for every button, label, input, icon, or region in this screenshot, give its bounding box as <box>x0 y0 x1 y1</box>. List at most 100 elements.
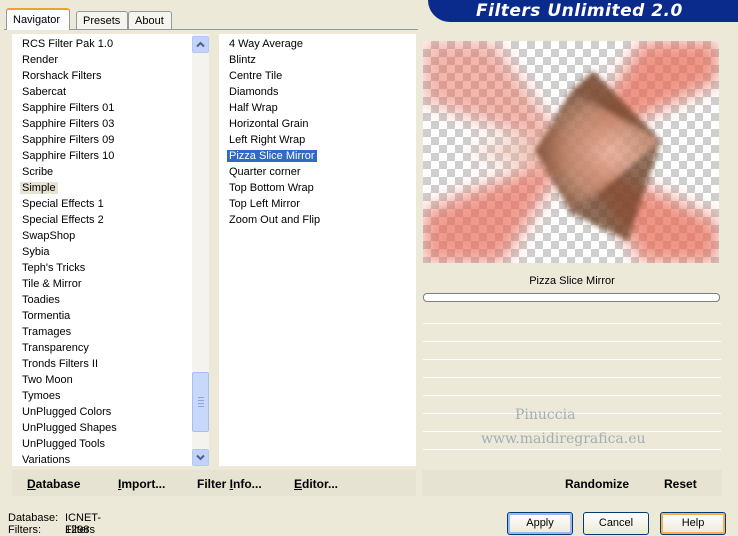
category-item-label: UnPlugged Tools <box>22 438 105 450</box>
filter-item[interactable]: Top Bottom Wrap <box>219 180 409 196</box>
import-button[interactable]: Import... <box>118 477 165 491</box>
category-item-label: Tramages <box>22 326 72 338</box>
category-item-label: Transparency <box>22 342 89 354</box>
category-item[interactable]: UnPlugged Colors <box>12 404 194 420</box>
category-item[interactable]: Tile & Mirror <box>12 276 194 292</box>
filter-item[interactable]: Centre Tile <box>219 68 409 84</box>
database-button[interactable]: Database <box>27 477 80 491</box>
progress-bar <box>423 293 720 302</box>
category-item-label: Special Effects 2 <box>22 214 104 226</box>
category-item-label: Sabercat <box>22 86 67 98</box>
category-item-label: Sapphire Filters 03 <box>22 118 115 130</box>
category-item-label: Render <box>22 54 59 66</box>
category-item[interactable]: Tymoes <box>12 388 194 404</box>
category-item[interactable]: SwapShop <box>12 228 194 244</box>
filter-item-label: Half Wrap <box>229 102 278 114</box>
category-item[interactable]: Teph's Tricks <box>12 260 194 276</box>
category-item-label: Toadies <box>22 294 60 306</box>
filter-info-button[interactable]: Filter Info... <box>197 477 262 491</box>
watermark-url: www.maidiregrafica.eu <box>481 431 646 447</box>
category-item[interactable]: Tronds Filters II <box>12 356 194 372</box>
scroll-up-button[interactable] <box>192 36 209 53</box>
filter-item-label: Diamonds <box>229 86 279 98</box>
category-item-label: RCS Filter Pak 1.0 <box>22 38 114 50</box>
chevron-down-icon <box>196 454 205 461</box>
help-button[interactable]: Help <box>660 512 726 535</box>
category-item[interactable]: Sapphire Filters 01 <box>12 100 194 116</box>
reset-button[interactable]: Reset <box>664 477 697 491</box>
category-item[interactable]: Two Moon <box>12 372 194 388</box>
randomize-button[interactable]: Randomize <box>565 477 629 491</box>
category-item-label: UnPlugged Shapes <box>22 422 117 434</box>
tab-presets[interactable]: Presets <box>76 11 128 29</box>
status-filters-value: 1298 <box>65 524 90 536</box>
category-item[interactable]: Variations <box>12 452 194 466</box>
category-item[interactable]: Sapphire Filters 03 <box>12 116 194 132</box>
category-item-label: Rorshack Filters <box>22 70 102 82</box>
category-item-label: UnPlugged Colors <box>22 406 112 418</box>
category-item[interactable]: Sabercat <box>12 84 194 100</box>
category-item-label: Sapphire Filters 01 <box>22 102 115 114</box>
category-item-label: SwapShop <box>22 230 76 242</box>
filter-item[interactable]: Zoom Out and Flip <box>219 212 409 228</box>
tab-about[interactable]: About <box>128 11 172 29</box>
category-item[interactable]: Scribe <box>12 164 194 180</box>
filter-item-label: Centre Tile <box>229 70 283 82</box>
brand-title: Filters Unlimited 2.0 <box>476 1 683 21</box>
category-item-label: Two Moon <box>22 374 73 386</box>
category-items: RCS Filter Pak 1.0 Render Rorshack Filters… <box>12 36 194 466</box>
category-item[interactable]: Toadies <box>12 292 194 308</box>
filter-item[interactable]: Top Left Mirror <box>219 196 409 212</box>
filter-item[interactable]: Half Wrap <box>219 100 409 116</box>
filter-list[interactable]: 4 Way Average Blintz Centre Tile Diamonds Ha… <box>219 34 416 466</box>
filter-item-label: Quarter corner <box>229 166 301 178</box>
filter-item-label: Pizza Slice Mirror <box>227 150 317 162</box>
category-item-label: Tile & Mirror <box>22 278 82 290</box>
filter-item-label: 4 Way Average <box>229 38 303 50</box>
category-item[interactable]: RCS Filter Pak 1.0 <box>12 36 194 52</box>
filter-item-label: Top Left Mirror <box>229 198 300 210</box>
category-item[interactable]: Sapphire Filters 10 <box>12 148 194 164</box>
preview-filter-name: Pizza Slice Mirror <box>423 270 721 292</box>
filter-item-label: Zoom Out and Flip <box>229 214 321 226</box>
filter-items: 4 Way Average Blintz Centre Tile Diamonds Ha… <box>219 36 409 228</box>
apply-button[interactable]: Apply <box>507 512 573 535</box>
category-item-label: Tormentia <box>22 310 71 322</box>
filter-item-label: Top Bottom Wrap <box>229 182 314 194</box>
editor-button[interactable]: Editor... <box>294 477 338 491</box>
category-list[interactable]: RCS Filter Pak 1.0 Render Rorshack Filters… <box>12 34 209 466</box>
category-item[interactable]: UnPlugged Shapes <box>12 420 194 436</box>
category-item[interactable]: Special Effects 2 <box>12 212 194 228</box>
scroll-thumb[interactable] <box>192 372 209 432</box>
filter-item[interactable]: 4 Way Average <box>219 36 409 52</box>
filter-item[interactable]: Pizza Slice Mirror <box>219 148 409 164</box>
scroll-down-button[interactable] <box>192 449 209 466</box>
category-item-label: Tymoes <box>22 390 61 402</box>
category-item[interactable]: Transparency <box>12 340 194 356</box>
category-item[interactable]: Special Effects 1 <box>12 196 194 212</box>
category-item-label: Sapphire Filters 10 <box>22 150 115 162</box>
category-item-label: Sybia <box>22 246 50 258</box>
filter-item[interactable]: Quarter corner <box>219 164 409 180</box>
category-item[interactable]: UnPlugged Tools <box>12 436 194 452</box>
category-item[interactable]: Sybia <box>12 244 194 260</box>
category-item[interactable]: Rorshack Filters <box>12 68 194 84</box>
cancel-button[interactable]: Cancel <box>583 512 649 535</box>
category-item[interactable]: Sapphire Filters 09 <box>12 132 194 148</box>
filter-item-label: Left Right Wrap <box>229 134 306 146</box>
category-item[interactable]: Tormentia <box>12 308 194 324</box>
status-database: Database: ICNET-Filters <box>8 512 102 536</box>
category-item[interactable]: Tramages <box>12 324 194 340</box>
category-scrollbar[interactable] <box>192 34 209 466</box>
chevron-up-icon <box>196 41 205 48</box>
filter-item[interactable]: Diamonds <box>219 84 409 100</box>
filter-item-label: Horizontal Grain <box>229 118 309 130</box>
category-item[interactable]: Simple <box>12 180 194 196</box>
tab-navigator[interactable]: Navigator <box>6 8 70 30</box>
filter-item[interactable]: Left Right Wrap <box>219 132 409 148</box>
preview-image <box>423 41 719 263</box>
category-item[interactable]: Render <box>12 52 194 68</box>
category-item-label: Tronds Filters II <box>22 358 98 370</box>
filter-item[interactable]: Blintz <box>219 52 409 68</box>
filter-item[interactable]: Horizontal Grain <box>219 116 409 132</box>
